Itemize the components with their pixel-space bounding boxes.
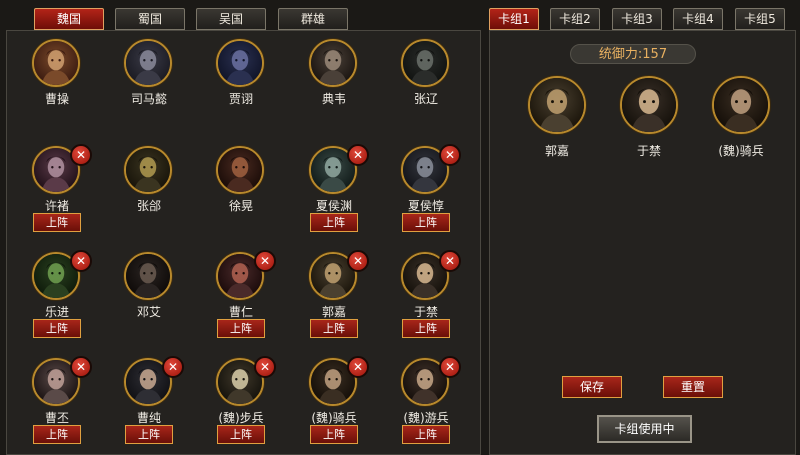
hero-name: 曹丕 [44, 411, 69, 425]
deck-card-name: 于禁 [636, 144, 661, 158]
hero-name: (魏)游兵 [403, 411, 449, 425]
hero-name: 邓艾 [136, 305, 161, 319]
deck-card-name: 郭嘉 [544, 144, 569, 158]
hero-name: 夏侯渊 [315, 199, 352, 213]
hero-name: 曹纯 [136, 411, 161, 425]
hero-portrait[interactable] [124, 39, 172, 87]
hero-name: 张辽 [413, 92, 438, 106]
tab-deck-5[interactable]: 卡组5 [735, 8, 785, 30]
hero-name: 张郃 [136, 199, 161, 213]
deploy-button[interactable]: 上阵 [310, 425, 358, 444]
hero-portrait[interactable] [124, 252, 172, 300]
deploy-button[interactable]: 上阵 [402, 425, 450, 444]
hero-name: 典韦 [321, 92, 346, 106]
deck-in-use-button[interactable]: 卡组使用中 [597, 415, 692, 443]
hero-name: 夏侯惇 [407, 199, 444, 213]
hero-portrait[interactable] [216, 39, 264, 87]
deck-card-name: (魏)骑兵 [718, 144, 764, 158]
hero-name: (魏)步兵 [218, 411, 264, 425]
remove-icon[interactable]: ✕ [70, 250, 92, 272]
tab-deck-4[interactable]: 卡组4 [673, 8, 723, 30]
remove-icon[interactable]: ✕ [439, 144, 461, 166]
hero-name: 郭嘉 [321, 305, 346, 319]
hero-portrait[interactable] [309, 39, 357, 87]
deck-card-portrait[interactable] [620, 76, 678, 134]
deploy-button[interactable]: 上阵 [33, 213, 81, 232]
deck-card-portrait[interactable] [528, 76, 586, 134]
deploy-button[interactable]: 上阵 [125, 425, 173, 444]
remove-icon[interactable]: ✕ [347, 250, 369, 272]
hero-portrait[interactable] [401, 39, 449, 87]
hero-name: 于禁 [413, 305, 438, 319]
command-value: 统御力:157 [570, 44, 696, 64]
deploy-button[interactable]: 上阵 [217, 425, 265, 444]
remove-icon[interactable]: ✕ [70, 356, 92, 378]
remove-icon[interactable]: ✕ [347, 144, 369, 166]
hero-portrait[interactable] [216, 146, 264, 194]
remove-icon[interactable]: ✕ [162, 356, 184, 378]
hero-name: 贾诩 [228, 92, 253, 106]
hero-portrait[interactable] [32, 39, 80, 87]
hero-portrait[interactable] [124, 146, 172, 194]
remove-icon[interactable]: ✕ [254, 250, 276, 272]
remove-icon[interactable]: ✕ [439, 250, 461, 272]
deploy-button[interactable]: 上阵 [33, 425, 81, 444]
hero-name: 乐进 [44, 305, 69, 319]
remove-icon[interactable]: ✕ [70, 144, 92, 166]
tab-deck-1[interactable]: 卡组1 [489, 8, 539, 30]
tab-wu[interactable]: 吴国 [196, 8, 266, 30]
deploy-button[interactable]: 上阵 [402, 319, 450, 338]
tab-wei[interactable]: 魏国 [34, 8, 104, 30]
tab-deck-2[interactable]: 卡组2 [550, 8, 600, 30]
save-button[interactable]: 保存 [562, 376, 622, 398]
hero-name: 徐晃 [228, 199, 253, 213]
hero-name: 许褚 [44, 199, 69, 213]
deck-card-portrait[interactable] [712, 76, 770, 134]
reset-button[interactable]: 重置 [663, 376, 723, 398]
hero-name: 曹仁 [228, 305, 253, 319]
deploy-button[interactable]: 上阵 [310, 319, 358, 338]
remove-icon[interactable]: ✕ [347, 356, 369, 378]
deploy-button[interactable]: 上阵 [310, 213, 358, 232]
remove-icon[interactable]: ✕ [439, 356, 461, 378]
deploy-button[interactable]: 上阵 [33, 319, 81, 338]
hero-name: 司马懿 [130, 92, 167, 106]
hero-name: 曹操 [44, 92, 69, 106]
hero-name: (魏)骑兵 [311, 411, 357, 425]
deploy-button[interactable]: 上阵 [217, 319, 265, 338]
tab-qunxiong[interactable]: 群雄 [278, 8, 348, 30]
remove-icon[interactable]: ✕ [254, 356, 276, 378]
tab-deck-3[interactable]: 卡组3 [612, 8, 662, 30]
tab-shu[interactable]: 蜀国 [115, 8, 185, 30]
deploy-button[interactable]: 上阵 [402, 213, 450, 232]
